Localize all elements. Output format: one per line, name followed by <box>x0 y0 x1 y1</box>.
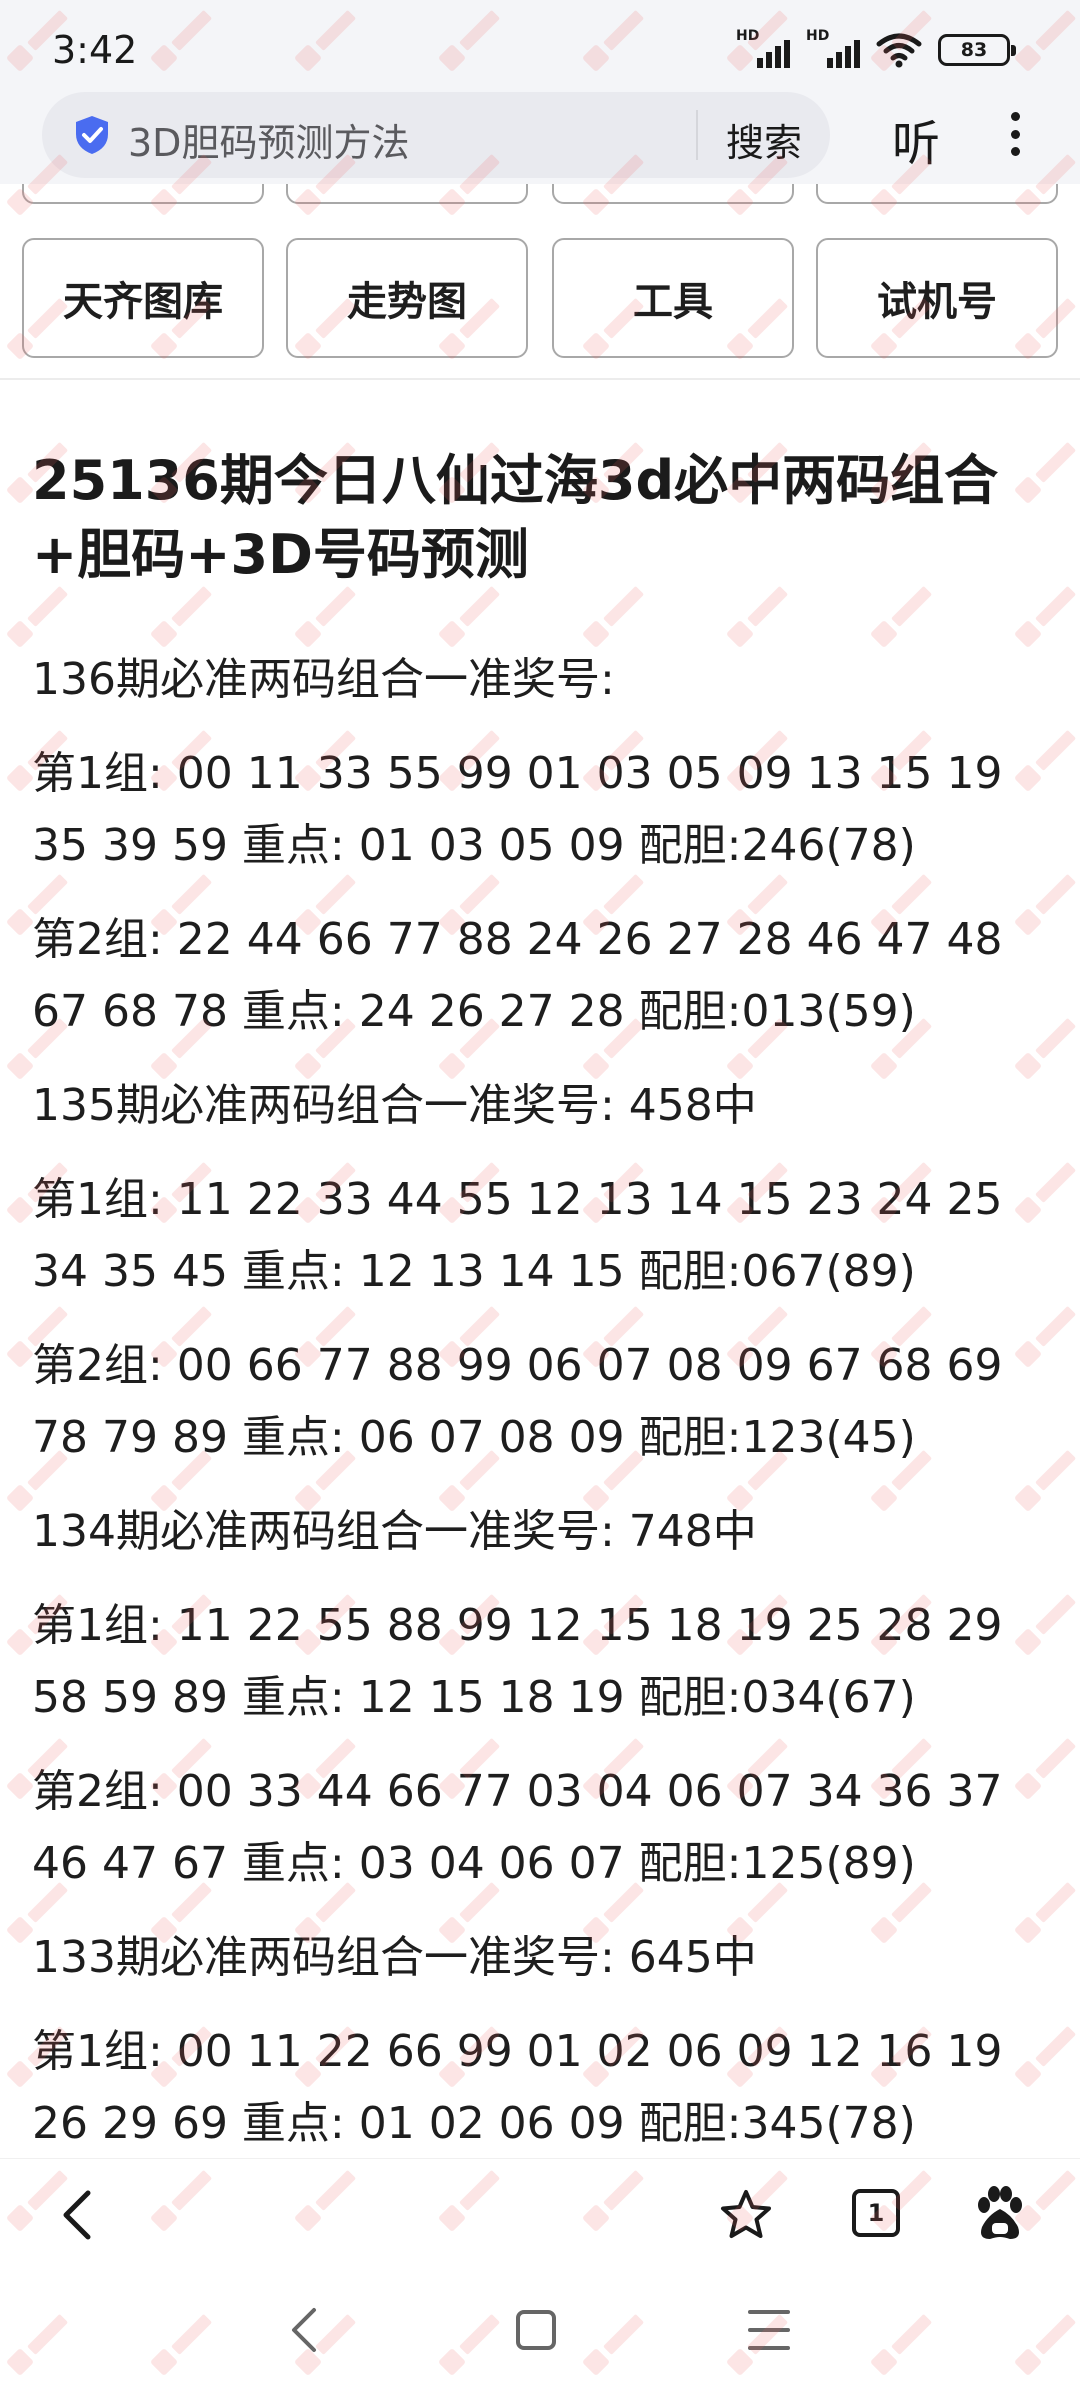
paragraph-134-group-1: 第1组: 11 22 55 88 99 12 15 18 19 25 28 29… <box>32 1600 1003 1723</box>
paragraph-136-group-1: 第1组: 00 11 33 55 99 01 03 05 09 13 15 19… <box>32 748 1003 871</box>
nav-button-trend-chart[interactable]: 走势图 <box>286 238 528 358</box>
nav-button-partial-3[interactable] <box>552 184 794 204</box>
system-navigation-bar <box>0 2270 1080 2400</box>
article: 25136期今日八仙过海3d必中两码组合+胆码+3D号码预测 136期必准两码组… <box>0 382 1080 2158</box>
battery-icon: 83 <box>938 34 1016 66</box>
search-button[interactable]: 搜索 <box>726 112 802 167</box>
more-menu-icon[interactable] <box>1004 106 1026 162</box>
search-divider <box>696 110 698 160</box>
nav-button-partial-1[interactable] <box>22 184 264 204</box>
back-chevron-icon[interactable] <box>56 2187 100 2243</box>
category-nav: 天齐图库 走势图 工具 试机号 <box>0 184 1080 380</box>
signal-hd-label: HD <box>736 28 760 44</box>
nav-button-test-number[interactable]: 试机号 <box>816 238 1058 358</box>
nav-button-partial-2[interactable] <box>286 184 528 204</box>
article-content: 136期必准两码组合一准奖号: 第1组: 00 11 33 55 99 01 0… <box>32 644 1062 2158</box>
paragraph-134-group-2: 第2组: 00 33 44 66 77 03 04 06 07 34 36 37… <box>32 1766 1003 1889</box>
nav-button-tools[interactable]: 工具 <box>552 238 794 358</box>
browser-bar: 3D胆码预测方法 搜索 听 <box>0 92 1080 184</box>
search-query-text[interactable]: 3D胆码预测方法 <box>128 112 409 167</box>
tab-count: 1 <box>867 2199 885 2227</box>
cellular-signal-icon-2: HD <box>806 28 860 68</box>
paragraph-135-group-2: 第2组: 00 66 77 88 99 06 07 08 09 67 68 69… <box>32 1340 1003 1463</box>
bookmark-star-icon[interactable] <box>718 2187 774 2243</box>
article-title: 25136期今日八仙过海3d必中两码组合+胆码+3D号码预测 <box>32 449 999 586</box>
browser-bottom-toolbar: 1 <box>0 2158 1080 2270</box>
paragraph-136-group-2: 第2组: 22 44 66 77 88 24 26 27 28 46 47 48… <box>32 914 1003 1037</box>
status-bar: 3:42 HD HD 83 <box>0 0 1080 92</box>
status-icons: HD HD 83 <box>736 28 1016 70</box>
system-back-icon[interactable] <box>284 2302 324 2358</box>
status-time: 3:42 <box>52 28 138 72</box>
nav-button-tuku[interactable]: 天齐图库 <box>22 238 264 358</box>
paragraph-134-heading: 134期必准两码组合一准奖号: 748中 <box>32 1506 757 1557</box>
tabs-counter-icon[interactable]: 1 <box>852 2189 900 2237</box>
address-bar[interactable]: 3D胆码预测方法 搜索 <box>42 92 830 178</box>
baidu-paw-icon[interactable] <box>972 2185 1028 2243</box>
system-recents-icon[interactable] <box>748 2310 790 2350</box>
shield-check-icon <box>76 116 108 154</box>
paragraph-133-heading: 133期必准两码组合一准奖号: 645中 <box>32 1932 757 1983</box>
cellular-signal-icon: HD <box>736 28 790 68</box>
paragraph-133-group-1: 第1组: 00 11 22 66 99 01 02 06 09 12 16 19… <box>32 2026 1003 2149</box>
battery-level: 83 <box>960 39 988 61</box>
wifi-icon <box>876 33 922 68</box>
paragraph-135-heading: 135期必准两码组合一准奖号: 458中 <box>32 1080 757 1131</box>
system-home-icon[interactable] <box>516 2310 556 2350</box>
listen-button[interactable]: 听 <box>892 104 940 174</box>
nav-button-partial-4[interactable] <box>816 184 1058 204</box>
signal-hd-label-2: HD <box>806 28 830 44</box>
paragraph-136-heading: 136期必准两码组合一准奖号: <box>32 654 615 705</box>
paragraph-135-group-1: 第1组: 11 22 33 44 55 12 13 14 15 23 24 25… <box>32 1174 1003 1297</box>
